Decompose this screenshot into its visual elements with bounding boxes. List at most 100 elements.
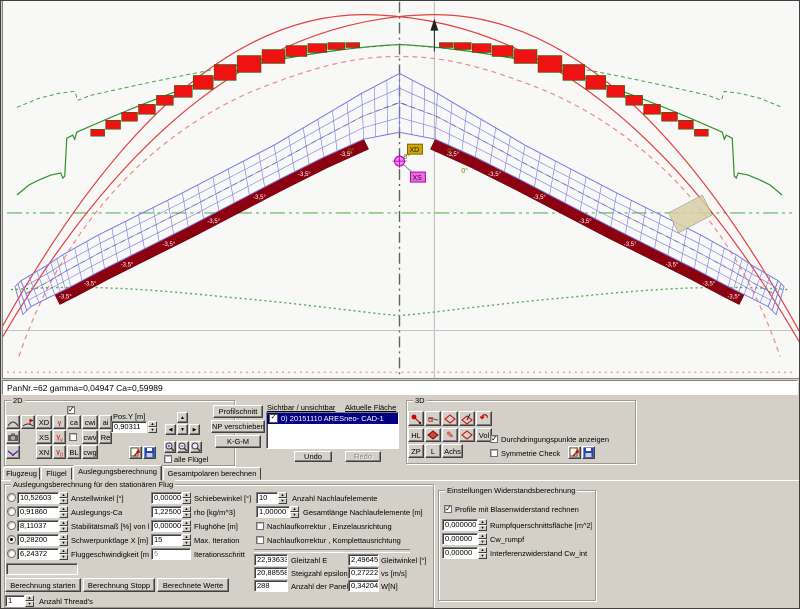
zoom-in-icon[interactable] (164, 441, 176, 453)
nachlauf-laenge-spinner[interactable]: ▲▼ (290, 506, 299, 518)
button-ca[interactable]: ca (67, 415, 81, 429)
cw-rumpf-input[interactable]: 0,00000 (442, 533, 478, 545)
gamma-option-checkbox[interactable] (69, 433, 77, 441)
redo-button[interactable]: Redo (345, 451, 381, 462)
camera-icon[interactable] (6, 430, 20, 444)
panel-normal-icon[interactable] (459, 411, 475, 426)
tab-gesamtpolaren[interactable]: Gesamtpolaren berechnen (163, 467, 261, 480)
schiebewinkel-input[interactable]: 0,00000 (151, 492, 182, 504)
nachlauf-komplett-checkbox[interactable] (256, 536, 264, 544)
button-bl[interactable]: BL (67, 445, 81, 459)
berechnung-starten-button[interactable]: Berechnung starten (5, 578, 81, 592)
max-iteration-input[interactable]: 15 (151, 534, 182, 546)
posy-input[interactable]: 0,90311 (111, 421, 147, 433)
nachlauf-einzel-checkbox[interactable] (256, 522, 264, 530)
save-view-icon[interactable] (143, 446, 156, 459)
panel-outline-icon[interactable] (459, 428, 475, 442)
flughoehe-spinner[interactable]: ▲▼ (182, 520, 191, 532)
undo-button[interactable]: Undo (294, 451, 332, 462)
edit-pencil-icon[interactable]: ✎ (442, 428, 458, 442)
button-xs[interactable]: XS (36, 430, 52, 444)
nachlauf-anzahl-spinner[interactable]: ▲▼ (278, 492, 287, 504)
cw-int-spinner[interactable]: ▲▼ (478, 547, 487, 559)
profile-flag-icon[interactable] (21, 415, 35, 429)
radio-schwerpunktlage[interactable] (7, 535, 16, 544)
airfoil-arc-icon[interactable] (6, 415, 20, 429)
pan-left-button[interactable]: ◀ (165, 424, 176, 435)
pan-down-button[interactable]: ▼ (177, 424, 188, 435)
button-gamma-0[interactable]: γ0 (53, 445, 66, 459)
schiebewinkel-spinner[interactable]: ▲▼ (182, 492, 191, 504)
stabilitaetsmass-input[interactable]: 8,11037 (17, 520, 59, 532)
threads-spinner[interactable]: ▲▼ (25, 595, 34, 607)
button-achs[interactable]: Achs (442, 444, 463, 458)
reset-view-icon[interactable]: ↶ (476, 411, 492, 426)
rumpfquerschnitt-input[interactable]: 0,000000 (442, 519, 478, 531)
tab-fluegel[interactable]: Flügel (41, 467, 72, 480)
button-gamma[interactable]: γ (53, 415, 66, 429)
radio-auslegungs-ca[interactable] (7, 507, 16, 516)
alle-fluegel-checkbox[interactable] (164, 455, 172, 463)
button-cwg[interactable]: cwg (82, 445, 98, 459)
button-xn[interactable]: XN (36, 445, 52, 459)
button-hl[interactable]: HL (408, 428, 424, 442)
export-3d-icon[interactable] (568, 446, 581, 459)
schwerpunktlage-spinner[interactable]: ▲▼ (59, 534, 68, 546)
auslegungs-ca-spinner[interactable]: ▲▼ (59, 506, 68, 518)
button-cwv[interactable]: cwv (82, 430, 98, 444)
save-3d-icon[interactable] (582, 446, 595, 459)
pan-right-button[interactable]: ▶ (189, 424, 200, 435)
probe-point-icon[interactable] (408, 411, 424, 426)
np-verschieben-button[interactable]: NP verschieben (211, 420, 265, 433)
cw-int-input[interactable]: 0,00000 (442, 547, 478, 559)
auslegungs-ca-input[interactable]: 0,91860 (17, 506, 59, 518)
durchdringung-checkbox[interactable] (490, 435, 498, 443)
alpha-view-icon[interactable]: α (425, 411, 441, 426)
rumpfquerschnitt-spinner[interactable]: ▲▼ (478, 519, 487, 531)
glider-icon[interactable] (6, 445, 20, 459)
fluggeschwindigkeit-spinner[interactable]: ▲▼ (59, 548, 68, 560)
iterationsschritt-input[interactable]: 5 (151, 548, 191, 560)
cw-rumpf-spinner[interactable]: ▲▼ (478, 533, 487, 545)
button-cwi[interactable]: cwi (82, 415, 98, 429)
radio-fluggeschwindigkeit[interactable] (7, 549, 16, 558)
pan-up-button[interactable]: ▲ (177, 412, 188, 423)
panel-view-icon[interactable] (442, 411, 458, 426)
button-xd[interactable]: XD (36, 415, 52, 429)
blasenwiderstand-checkbox[interactable] (444, 505, 452, 513)
radio-stabilitaetsmass[interactable] (7, 521, 16, 530)
flughoehe-input[interactable]: 0,00000 (151, 520, 182, 532)
stabilitaetsmass-spinner[interactable]: ▲▼ (59, 520, 68, 532)
zoom-fit-icon[interactable] (190, 441, 202, 453)
tab-flugzeug[interactable]: Flugzeug (3, 467, 40, 480)
zoom-out-icon[interactable] (177, 441, 189, 453)
surface-visible-checkbox[interactable]: ✓ (269, 414, 278, 423)
anstellwinkel-spinner[interactable]: ▲▼ (59, 492, 68, 504)
surface-list[interactable]: ✓ 0) 20151110 ARESneo- CAD-1 (266, 412, 399, 449)
radio-anstellwinkel[interactable] (7, 493, 16, 502)
anstellwinkel-input[interactable]: 10,52603 (17, 492, 59, 504)
rho-spinner[interactable]: ▲▼ (182, 506, 191, 518)
nachlauf-laenge-input[interactable]: 1,00000 (256, 506, 290, 518)
rho-input[interactable]: 1,22500 (151, 506, 182, 518)
max-iteration-spinner[interactable]: ▲▼ (182, 534, 191, 546)
export-view-icon[interactable] (129, 446, 142, 459)
schwerpunktlage-input[interactable]: 0,28200 (17, 534, 59, 546)
threads-input[interactable]: 1 (5, 595, 25, 607)
symmetrie-checkbox[interactable] (490, 449, 498, 457)
surface-list-item[interactable]: ✓ 0) 20151110 ARESneo- CAD-1 (267, 413, 398, 424)
wing-plot-canvas[interactable]: -3,5°-3,5°-3,5°-3,5°-3,5°-3,5°-3,5°-3,5°… (2, 1, 799, 379)
plot-overlay-checkbox[interactable] (67, 406, 75, 414)
fluggeschwindigkeit-input[interactable]: 6,24372 (17, 548, 59, 560)
panel-fill-icon[interactable] (425, 428, 441, 442)
button-l[interactable]: L (425, 444, 441, 458)
nachlauf-anzahl-input[interactable]: 10 (256, 492, 278, 504)
tab-auslegungsberechnung[interactable]: Auslegungsberechnung (73, 465, 162, 481)
button-gamma-v[interactable]: γv (53, 430, 66, 444)
berechnung-stopp-button[interactable]: Berechnung Stopp (83, 578, 155, 592)
kgm-button[interactable]: K-G-M (215, 435, 261, 448)
button-zp[interactable]: ZP (408, 444, 424, 458)
profilschnitt-button[interactable]: Profilschnitt (213, 405, 263, 418)
posy-spinner[interactable]: ▲▼ (148, 421, 157, 433)
berechnete-werte-button[interactable]: Berechnete Werte (157, 578, 229, 592)
